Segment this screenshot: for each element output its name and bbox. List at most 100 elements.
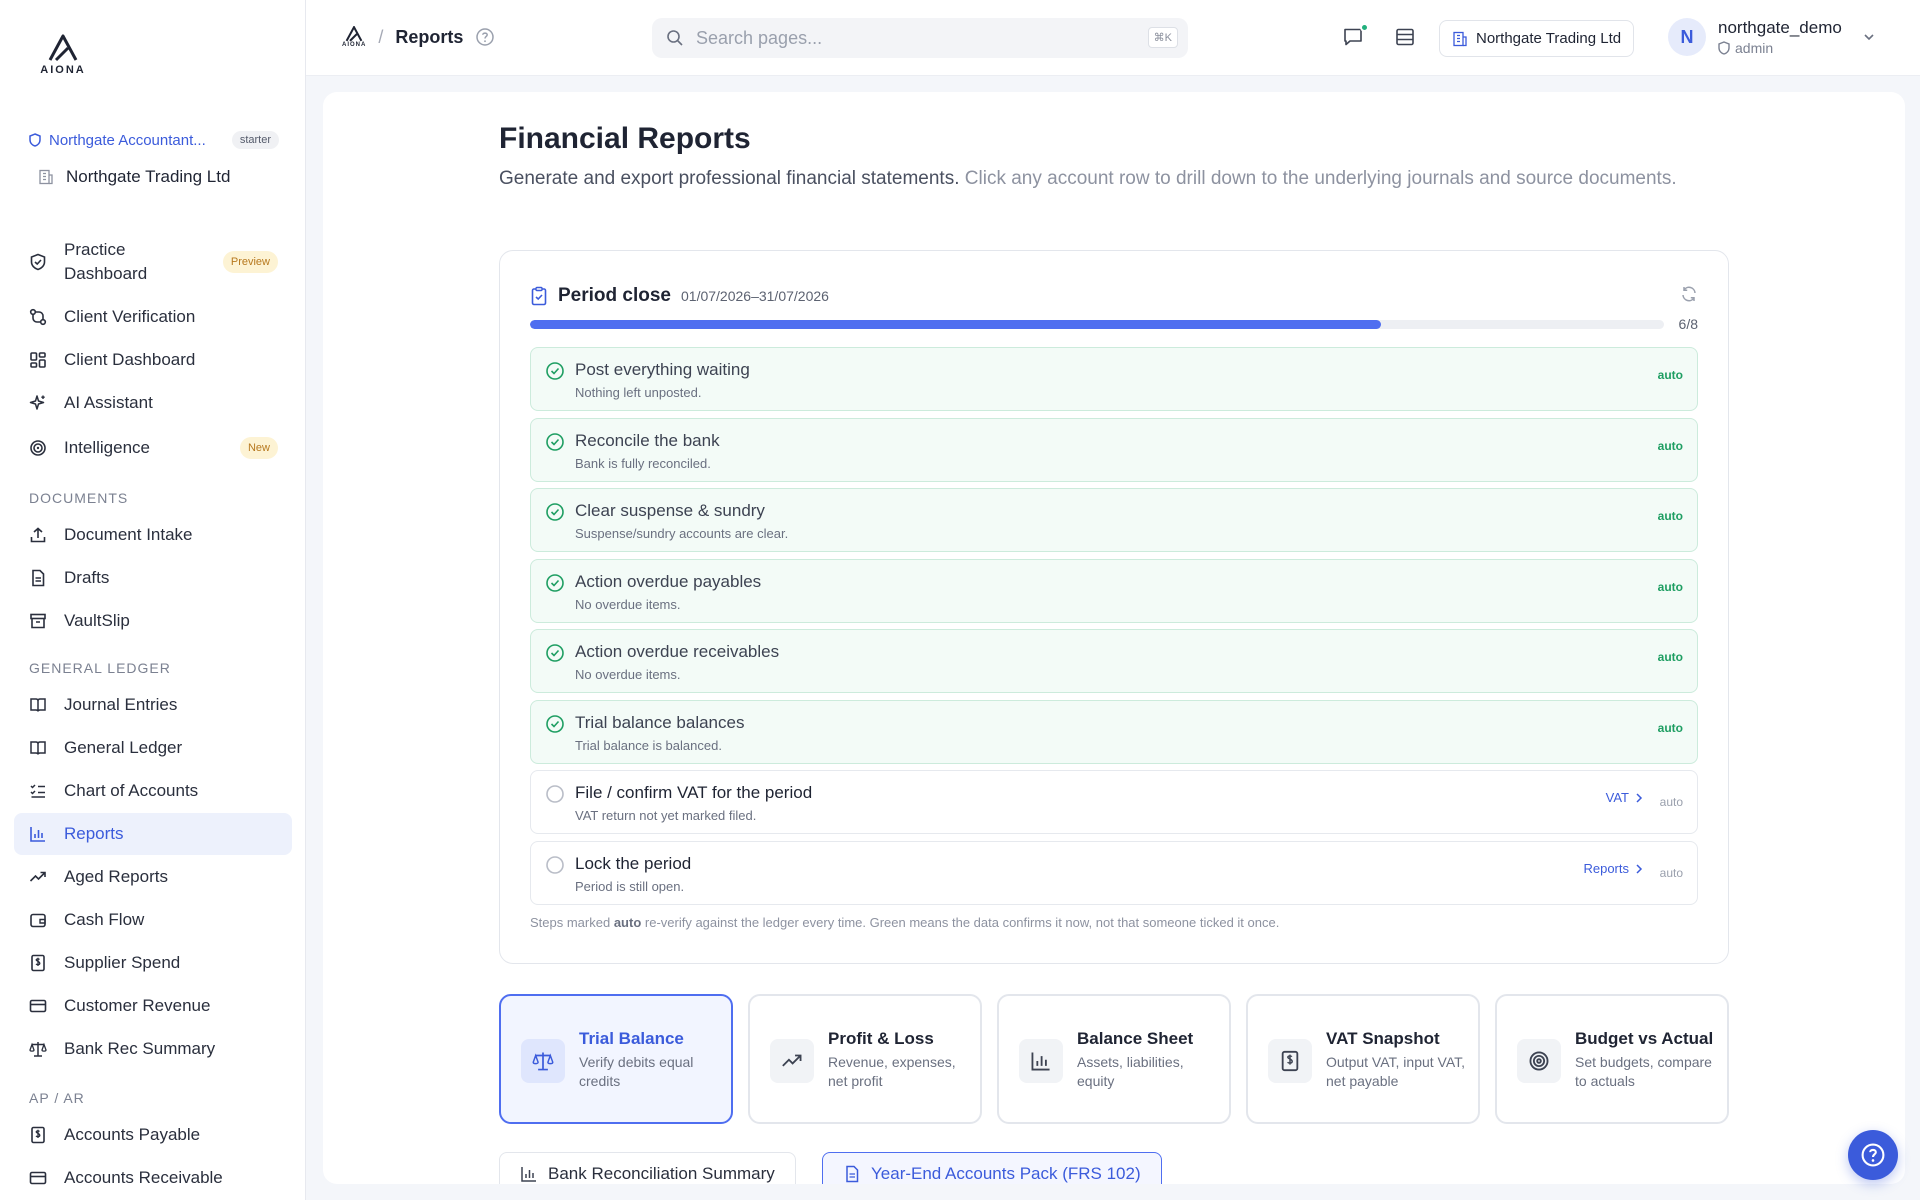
receipt-icon bbox=[28, 953, 48, 973]
close-step-post-everything[interactable]: Post everything waiting Nothing left unp… bbox=[530, 347, 1698, 411]
nav-vaultslip[interactable]: VaultSlip bbox=[14, 600, 292, 642]
avatar: N bbox=[1668, 18, 1706, 56]
nav-reports[interactable]: Reports bbox=[14, 813, 292, 855]
nav-label: General Ledger bbox=[64, 738, 183, 757]
auto-tag: auto bbox=[1659, 795, 1683, 809]
nav-label: Practice Dashboard bbox=[64, 240, 148, 283]
close-step-clear-suspense[interactable]: Clear suspense & sundry Suspense/sundry … bbox=[530, 488, 1698, 552]
auto-tag: auto bbox=[1657, 721, 1683, 735]
close-step-overdue-payables[interactable]: Action overdue payables No overdue items… bbox=[530, 559, 1698, 623]
new-badge: New bbox=[239, 437, 278, 459]
app-logo[interactable]: AIONA bbox=[38, 34, 88, 80]
circle-icon bbox=[546, 785, 564, 803]
step-description: Nothing left unposted. bbox=[575, 385, 702, 400]
close-step-overdue-receivables[interactable]: Action overdue receivables No overdue it… bbox=[530, 629, 1698, 693]
report-tab-title: Trial Balance bbox=[579, 1029, 684, 1048]
progress-fill bbox=[530, 320, 1381, 329]
preview-badge: Preview bbox=[222, 251, 278, 273]
vat-link[interactable]: VAT bbox=[1606, 790, 1643, 805]
panel-icon bbox=[1396, 28, 1414, 46]
nav-cash-flow[interactable]: Cash Flow bbox=[14, 899, 292, 941]
nav-intelligence[interactable]: Intelligence New bbox=[14, 427, 292, 469]
target-icon bbox=[1517, 1039, 1561, 1083]
book-icon bbox=[28, 695, 48, 715]
nav-ai-assistant[interactable]: AI Assistant bbox=[14, 382, 292, 424]
nav-aged-reports[interactable]: Aged Reports bbox=[14, 856, 292, 898]
nav-label: Accounts Payable bbox=[64, 1125, 201, 1144]
report-tab-vat-snapshot[interactable]: VAT Snapshot Output VAT, input VAT, net p… bbox=[1246, 994, 1480, 1124]
step-title: Lock the period bbox=[575, 854, 692, 873]
layout-button[interactable] bbox=[1394, 26, 1418, 50]
nav-general-ledger[interactable]: General Ledger bbox=[14, 727, 292, 769]
year-end-accounts-pack-button[interactable]: Year-End Accounts Pack (FRS 102) bbox=[822, 1152, 1162, 1184]
nav-journal-entries[interactable]: Journal Entries bbox=[14, 684, 292, 726]
period-close-progress bbox=[530, 320, 1664, 329]
step-description: VAT return not yet marked filed. bbox=[575, 808, 757, 823]
nav-label: Document Intake bbox=[64, 525, 193, 544]
nav-customer-revenue[interactable]: Customer Revenue bbox=[14, 985, 292, 1027]
building-icon bbox=[1453, 31, 1467, 46]
search-input[interactable] bbox=[696, 27, 1116, 49]
receipt-icon bbox=[1268, 1039, 1312, 1083]
messages-button[interactable] bbox=[1342, 23, 1369, 50]
check-circle-icon bbox=[546, 362, 564, 380]
nav-client-verification[interactable]: Client Verification bbox=[14, 296, 292, 338]
button-label: Bank Reconciliation Summary bbox=[548, 1164, 775, 1183]
reports-link[interactable]: Reports bbox=[1583, 861, 1643, 876]
nav-practice-dashboard[interactable]: Practice Dashboard Preview bbox=[14, 234, 292, 290]
breadcrumb-home[interactable]: AIONA bbox=[342, 26, 366, 48]
step-description: Bank is fully reconciled. bbox=[575, 456, 711, 471]
clipboard-check-icon bbox=[531, 286, 547, 306]
section-general-ledger: GENERAL LEDGER bbox=[29, 660, 171, 676]
nav-drafts[interactable]: Drafts bbox=[14, 557, 292, 599]
user-role: admin bbox=[1718, 40, 1842, 56]
credit-card-icon bbox=[28, 996, 48, 1016]
nav-client-dashboard[interactable]: Client Dashboard bbox=[14, 339, 292, 381]
help-circle-icon[interactable] bbox=[475, 27, 495, 47]
file-icon bbox=[28, 568, 48, 588]
nav-accounts-payable[interactable]: Accounts Payable bbox=[14, 1114, 292, 1156]
bank-reconciliation-summary-button[interactable]: Bank Reconciliation Summary bbox=[499, 1152, 796, 1184]
nav-document-intake[interactable]: Document Intake bbox=[14, 514, 292, 556]
note-bold: auto bbox=[613, 915, 642, 930]
org-switcher[interactable]: Northgate Trading Ltd bbox=[1439, 20, 1635, 57]
breadcrumb-separator: / bbox=[378, 26, 384, 47]
report-tab-balance-sheet[interactable]: Balance Sheet Assets, liabilities, equity bbox=[997, 994, 1231, 1124]
period-close-dates: 01/07/2026–31/07/2026 bbox=[681, 288, 829, 304]
radar-icon bbox=[28, 438, 48, 458]
nav-bank-rec-summary[interactable]: Bank Rec Summary bbox=[14, 1028, 292, 1070]
report-tab-budget-vs-actual[interactable]: Budget vs Actual Set budgets, compare to … bbox=[1495, 994, 1729, 1124]
report-tab-trial-balance[interactable]: Trial Balance Verify debits equal credits bbox=[499, 994, 733, 1124]
close-step-trial-balance[interactable]: Trial balance balances Trial balance is … bbox=[530, 700, 1698, 764]
bar-chart-icon bbox=[28, 824, 48, 844]
close-step-file-vat[interactable]: File / confirm VAT for the period VAT re… bbox=[530, 770, 1698, 834]
scale-icon bbox=[521, 1039, 565, 1083]
book-open-icon bbox=[28, 738, 48, 758]
auto-tag: auto bbox=[1657, 439, 1683, 453]
nav-chart-of-accounts[interactable]: Chart of Accounts bbox=[14, 770, 292, 812]
step-description: Trial balance is balanced. bbox=[575, 738, 722, 753]
step-title: Trial balance balances bbox=[575, 713, 745, 732]
help-button[interactable] bbox=[1848, 1130, 1898, 1180]
close-step-reconcile-bank[interactable]: Reconcile the bank Bank is fully reconci… bbox=[530, 418, 1698, 482]
shield-icon bbox=[29, 133, 41, 147]
nav-accounts-receivable[interactable]: Accounts Receivable bbox=[14, 1157, 292, 1199]
refresh-button[interactable] bbox=[1680, 285, 1698, 303]
section-documents: DOCUMENTS bbox=[29, 490, 129, 506]
chevron-right-icon bbox=[1636, 863, 1643, 874]
aiona-logo-icon bbox=[345, 26, 363, 42]
client-switcher[interactable]: Northgate Trading Ltd bbox=[38, 167, 230, 187]
user-menu[interactable]: N northgate_demo admin bbox=[1668, 18, 1876, 56]
step-description: Period is still open. bbox=[575, 879, 685, 894]
user-role-label: admin bbox=[1735, 40, 1774, 56]
close-step-lock-period[interactable]: Lock the period Period is still open. Re… bbox=[530, 841, 1698, 905]
practice-switcher[interactable]: Northgate Accountant... starter bbox=[29, 131, 279, 149]
nav-label: Client Verification bbox=[64, 307, 196, 326]
auto-tag: auto bbox=[1657, 509, 1683, 523]
period-close-card: Period close 01/07/2026–31/07/2026 6/8 P… bbox=[499, 250, 1729, 964]
search-bar[interactable]: ⌘K bbox=[652, 18, 1188, 58]
chevron-right-icon bbox=[1636, 792, 1643, 803]
subtitle-text: Generate and export professional financi… bbox=[499, 168, 960, 189]
report-tab-profit-loss[interactable]: Profit & Loss Revenue, expenses, net prof… bbox=[748, 994, 982, 1124]
nav-supplier-spend[interactable]: Supplier Spend bbox=[14, 942, 292, 984]
